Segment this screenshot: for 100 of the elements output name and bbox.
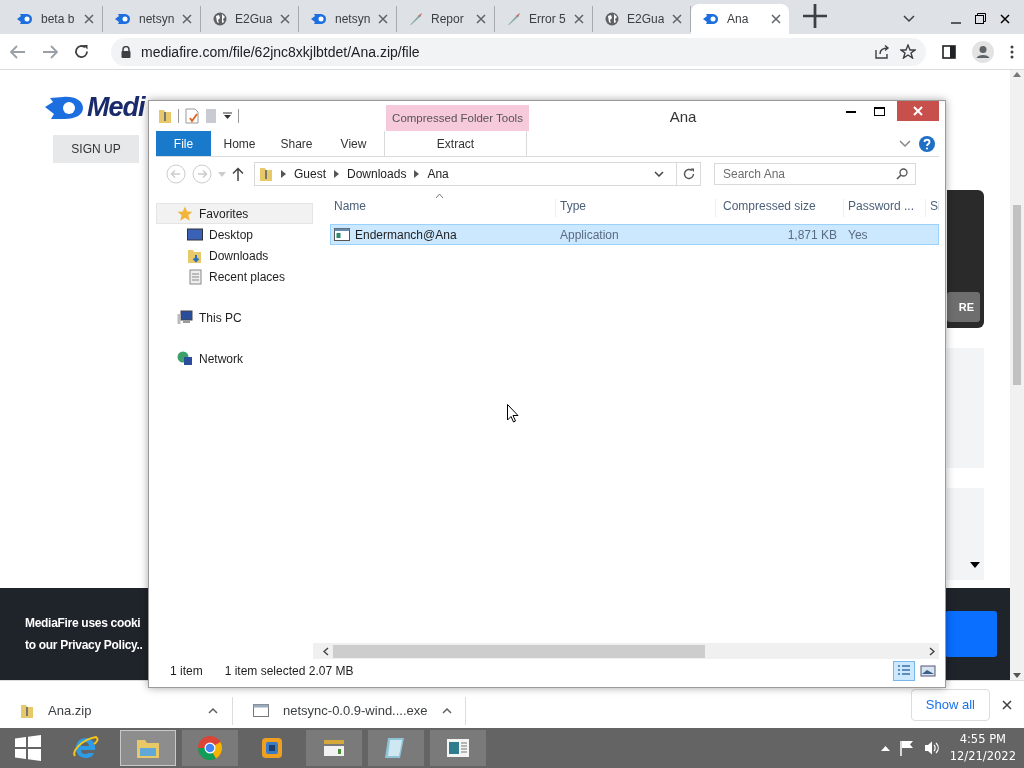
close-tab-icon[interactable] — [84, 14, 94, 24]
downloads-folder-icon — [187, 247, 203, 264]
taskbar-button[interactable] — [430, 730, 486, 766]
large-icons-view-icon — [920, 664, 936, 678]
properties-icon[interactable] — [185, 108, 199, 124]
up-icon[interactable] — [232, 167, 244, 181]
scroll-left-icon[interactable] — [323, 646, 329, 656]
globe-icon — [213, 12, 227, 26]
refresh-button[interactable] — [677, 162, 701, 186]
nav-item[interactable]: This PC — [156, 307, 313, 328]
column-header[interactable]: Password ... — [843, 199, 925, 217]
ribbon-tab[interactable]: Share — [268, 131, 325, 156]
breadcrumb[interactable]: Guest — [294, 167, 326, 181]
close-tab-icon[interactable] — [476, 14, 486, 24]
close-tab-icon[interactable] — [280, 14, 290, 24]
browser-tab[interactable]: Error 5 — [495, 6, 593, 32]
column-header[interactable]: Name — [330, 199, 555, 217]
nav-item[interactable]: Favorites — [156, 203, 313, 224]
ribbon-tab[interactable]: View — [325, 131, 382, 156]
restore-icon[interactable] — [975, 13, 986, 24]
program-icon — [253, 704, 269, 717]
column-header[interactable]: Compressed size — [715, 199, 843, 217]
breadcrumb-arrow-icon[interactable] — [334, 170, 339, 178]
browser-tab[interactable]: netsyn — [103, 6, 201, 32]
download-item[interactable]: netsync-0.0.9-wind....exe — [233, 696, 466, 725]
card-button[interactable]: RE — [947, 292, 980, 322]
taskbar-button[interactable] — [306, 730, 362, 766]
back-icon[interactable] — [10, 44, 26, 59]
nav-item[interactable]: Downloads — [156, 245, 313, 266]
download-item[interactable]: Ana.zip — [0, 696, 233, 725]
close-button[interactable] — [897, 101, 939, 121]
dropdown-arrow-icon[interactable] — [970, 562, 980, 568]
taskbar-button[interactable] — [182, 730, 238, 766]
breadcrumb[interactable]: Downloads — [347, 167, 407, 181]
menu-icon[interactable] — [1010, 44, 1014, 59]
scroll-down-icon[interactable] — [1013, 673, 1021, 678]
column-header[interactable]: Si — [925, 199, 939, 217]
address-field[interactable]: Guest Downloads Ana — [254, 162, 677, 186]
show-hidden-icon[interactable] — [880, 745, 890, 751]
desktop-icon — [187, 226, 203, 243]
browser-tab[interactable]: E2Gua — [593, 6, 691, 32]
star-icon[interactable] — [900, 44, 916, 59]
logo-text: Medi — [87, 92, 145, 123]
scroll-up-icon[interactable] — [1013, 72, 1021, 77]
close-tab-icon[interactable] — [182, 14, 192, 24]
view-button[interactable] — [893, 661, 915, 681]
dropdown-icon[interactable] — [654, 171, 664, 177]
flame-icon — [17, 13, 33, 25]
browser-tab[interactable]: Ana — [691, 4, 789, 34]
address-bar[interactable]: mediafire.com/file/62jnc8xkjlbtdet/Ana.zip/file — [111, 37, 926, 66]
flag-icon[interactable] — [899, 740, 914, 756]
browser-tab[interactable]: beta b — [5, 6, 103, 32]
show-all-button[interactable]: Show all — [910, 688, 990, 721]
close-tab-icon[interactable] — [574, 14, 584, 24]
windows-start-icon[interactable] — [15, 735, 41, 761]
reload-icon[interactable] — [74, 44, 89, 59]
horizontal-scrollbar[interactable] — [313, 643, 939, 659]
breadcrumb-arrow-icon[interactable] — [281, 170, 286, 178]
scroll-thumb[interactable] — [1013, 205, 1021, 385]
close-tab-icon[interactable] — [672, 14, 682, 24]
search-field[interactable]: Search Ana — [714, 163, 916, 185]
forward-icon[interactable] — [42, 44, 58, 59]
clock[interactable]: 4:55 PM 12/21/2022 — [949, 731, 1016, 765]
chevron-down-icon[interactable] — [903, 14, 915, 23]
caret-up-icon[interactable] — [208, 707, 218, 714]
close-icon[interactable] — [1002, 699, 1012, 710]
side-panel-icon[interactable] — [942, 44, 956, 59]
zip-folder-icon — [259, 166, 273, 182]
flame-icon — [311, 13, 327, 25]
column-header[interactable]: Type — [555, 199, 715, 217]
browser-tab[interactable]: netsyn — [299, 6, 397, 32]
scroll-right-icon[interactable] — [929, 646, 935, 656]
context-tab-label: Compressed Folder Tools — [386, 105, 529, 131]
nav-item[interactable]: Network — [156, 348, 313, 369]
browser-tab[interactable]: Repor — [397, 6, 495, 32]
speaker-icon[interactable] — [923, 741, 940, 755]
ribbon-tab[interactable]: Home — [211, 131, 268, 156]
nav-item[interactable]: Recent places — [156, 266, 313, 287]
close-tab-icon[interactable] — [771, 14, 781, 24]
file-row[interactable]: Endermanch@Ana Application 1,871 KB Yes — [330, 224, 939, 245]
breadcrumb-arrow-icon[interactable] — [414, 170, 420, 178]
profile-icon[interactable] — [972, 40, 994, 63]
share-icon[interactable] — [874, 44, 890, 59]
sign-up-button[interactable]: SIGN UP — [53, 135, 139, 163]
breadcrumb[interactable]: Ana — [427, 167, 449, 181]
help-icon[interactable] — [919, 135, 935, 152]
ribbon-tab[interactable]: File — [156, 131, 211, 156]
nav-item[interactable]: Desktop — [156, 224, 313, 245]
taskbar-button[interactable] — [368, 730, 424, 766]
ribbon-tab[interactable]: Extract — [384, 131, 527, 156]
browser-tab[interactable]: E2Gua — [201, 6, 299, 32]
new-tab-icon[interactable] — [803, 4, 827, 28]
star-icon — [177, 205, 193, 222]
table-cell-text: Application — [559, 227, 620, 242]
scrollbar[interactable] — [1010, 70, 1024, 680]
close-tab-icon[interactable] — [378, 14, 388, 24]
customize-icon[interactable] — [223, 112, 232, 120]
caret-up-icon[interactable] — [441, 707, 452, 714]
expand-ribbon-icon[interactable] — [899, 139, 911, 148]
close-icon[interactable] — [1000, 13, 1010, 24]
